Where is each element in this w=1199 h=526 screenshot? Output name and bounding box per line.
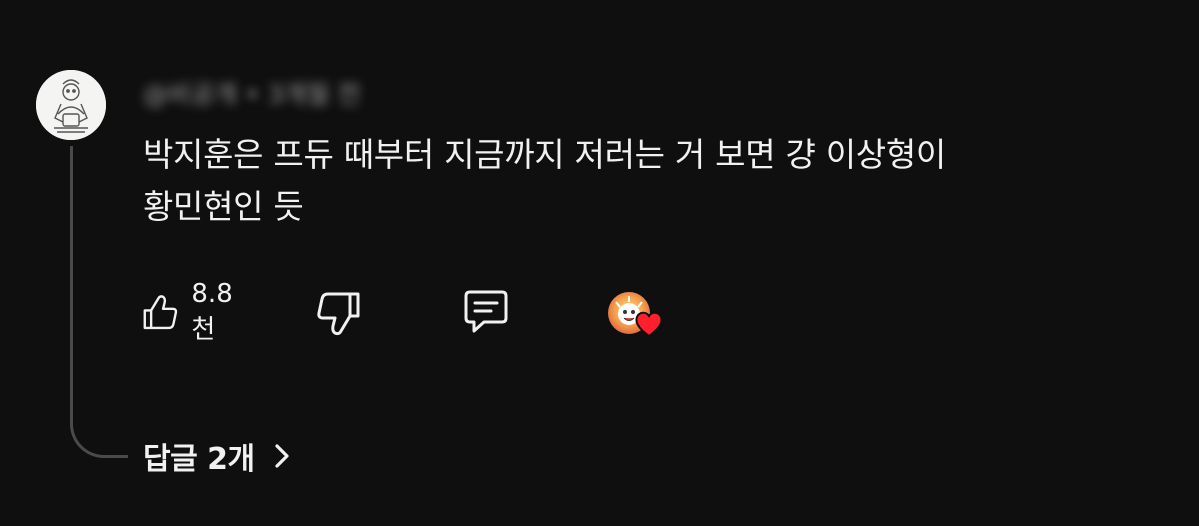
comment-text: 박지훈은 프듀 때부터 지금까지 저러는 거 보면 걍 이상형이 황민현인 듯 [143,129,1143,233]
thumbs-up-icon [143,295,178,330]
reply-button[interactable] [458,282,514,342]
comment-author-meta[interactable]: @비공개 • 3개월 전 [143,78,361,112]
comment-text-line-2: 황민현인 듯 [143,187,304,226]
comment-icon [464,290,508,333]
view-replies-button[interactable]: 답글 2개 [143,428,291,484]
comment-text-line-1: 박지훈은 프듀 때부터 지금까지 저러는 거 보면 걍 이상형이 [143,135,946,174]
like-count: 8.8천 [191,278,233,345]
chevron-right-icon [275,444,289,468]
creator-heart-icon [635,311,663,338]
avatar-illustration [36,70,106,140]
like-button[interactable]: 8.8천 [140,279,243,345]
thumbs-down-icon [317,292,360,336]
avatar[interactable] [36,70,106,140]
dislike-button[interactable] [312,282,364,342]
replies-label: 답글 2개 [143,442,255,477]
creator-heart-badge[interactable] [606,288,672,344]
thread-connector-line [70,146,128,458]
